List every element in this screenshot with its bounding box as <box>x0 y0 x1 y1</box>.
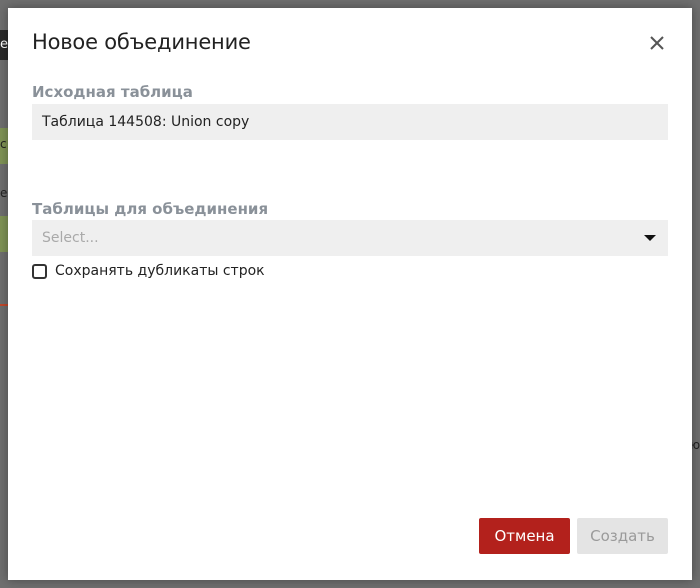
keep-duplicates-checkbox[interactable] <box>32 263 47 279</box>
close-icon <box>650 36 664 50</box>
create-button[interactable]: Создать <box>577 518 668 554</box>
new-union-dialog: Новое объединение Исходная таблица Табли… <box>8 8 692 580</box>
source-table-label: Исходная таблица <box>32 83 193 101</box>
background-text-fragment: с <box>0 137 7 151</box>
union-tables-label: Таблицы для объединения <box>32 200 269 218</box>
close-button[interactable] <box>648 34 666 52</box>
cancel-button[interactable]: Отмена <box>479 518 570 554</box>
union-tables-select[interactable]: Select... <box>32 220 668 256</box>
keep-duplicates-label: Сохранять дубликаты строк <box>55 263 265 279</box>
source-table-field: Таблица 144508: Union copy <box>32 104 668 140</box>
keep-duplicates-option[interactable]: Сохранять дубликаты строк <box>32 263 265 279</box>
chevron-down-icon <box>644 235 656 241</box>
union-tables-placeholder: Select... <box>42 230 99 246</box>
background-text-fragment: е <box>0 186 8 200</box>
dialog-title: Новое объединение <box>32 30 251 54</box>
source-table-value: Таблица 144508: Union copy <box>42 114 250 130</box>
